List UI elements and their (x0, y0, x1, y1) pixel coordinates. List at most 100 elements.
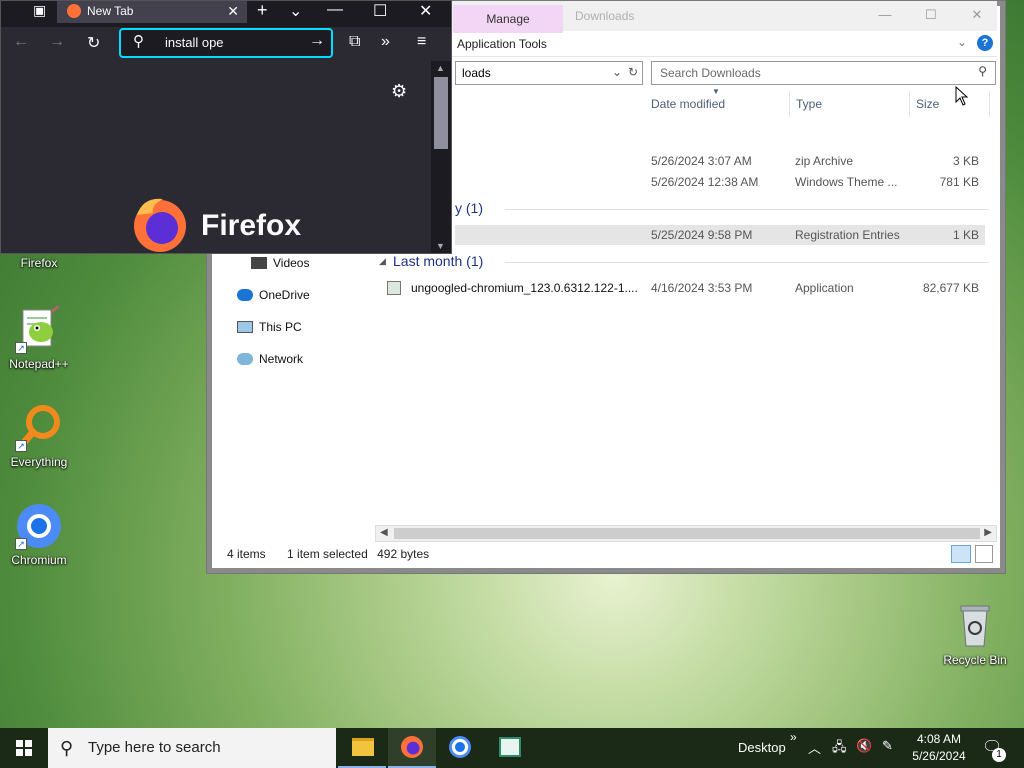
notification-badge: 1 (992, 748, 1006, 762)
settings-gear-icon[interactable]: ⚙ (391, 81, 407, 102)
file-row[interactable]: 5/26/2024 3:07 AM zip Archive 3 KB (455, 151, 985, 171)
search-icon: ⚲ (60, 738, 74, 758)
forward-icon[interactable]: → (49, 33, 65, 51)
taskbar-search-placeholder: Type here to search (88, 739, 221, 756)
details-view-icon[interactable] (951, 545, 971, 563)
close-button[interactable]: ✕ (419, 1, 432, 21)
address-text: loads (462, 66, 491, 80)
taskbar-firefox[interactable] (388, 728, 436, 768)
start-button[interactable] (0, 728, 48, 768)
column-type[interactable]: Type (790, 91, 910, 117)
status-item-count: 4 items (227, 547, 266, 561)
large-icons-view-icon[interactable] (975, 545, 993, 563)
desktop-icon-notepadpp[interactable]: ↗ Notepad++ (1, 304, 77, 371)
app-menu-icon[interactable]: ≡ (417, 33, 426, 51)
status-bar: 4 items 1 item selected 492 bytes (227, 547, 429, 561)
group-divider (505, 209, 989, 210)
network-icon (237, 353, 253, 365)
taskbar-chromium[interactable] (436, 728, 484, 768)
maximize-button[interactable]: ☐ (373, 1, 387, 21)
taskbar-notepad[interactable] (486, 728, 534, 768)
network-icon[interactable]: 🖧 (832, 738, 847, 760)
group-divider (505, 262, 989, 263)
nav-item-this-pc[interactable]: This PC (237, 320, 302, 334)
tab-new-tab[interactable]: New Tab ✕ (57, 1, 247, 23)
firefox-logo-icon (129, 195, 191, 256)
desktop-toolbar-label[interactable]: Desktop (738, 740, 786, 755)
new-tab-button[interactable]: + (257, 0, 268, 21)
url-bar[interactable]: ⚲ install ope → (119, 28, 333, 58)
application-file-icon (387, 281, 401, 295)
taskbar-file-explorer[interactable] (338, 728, 386, 768)
maximize-button[interactable]: ☐ (908, 7, 954, 23)
tab-list-chevron-icon[interactable]: ⌄ (289, 1, 302, 21)
desktop-icon-firefox[interactable]: Firefox (1, 256, 77, 270)
scroll-thumb[interactable] (434, 77, 448, 149)
onedrive-icon (237, 289, 253, 301)
nav-item-onedrive[interactable]: OneDrive (237, 288, 310, 302)
status-selected: 1 item selected (287, 547, 368, 561)
group-header-last-month[interactable]: Last month (1) (393, 253, 483, 269)
tab-title: New Tab (87, 4, 134, 18)
firefox-tab-strip: ▣ New Tab ✕ + ⌄ — ☐ ✕ (1, 0, 451, 23)
firefox-window: ▣ New Tab ✕ + ⌄ — ☐ ✕ ← → ↻ ⧉ » ≡ ⚲ inst… (0, 0, 452, 254)
tray-overflow-caret-icon[interactable]: ︿ (808, 738, 821, 757)
close-button[interactable]: ✕ (954, 7, 1000, 23)
desktop-icon-everything[interactable]: ↗ Everything (1, 404, 77, 469)
search-icon: ⚲ (133, 33, 144, 50)
address-bar[interactable]: loads ⌄ ↻ (455, 61, 643, 85)
reload-icon[interactable]: ↻ (87, 33, 100, 53)
nav-item-network[interactable]: Network (237, 352, 303, 366)
go-arrow-icon[interactable]: → (309, 32, 325, 50)
ribbon-label: Application Tools (457, 37, 547, 51)
search-input[interactable]: Search Downloads ⚲ (651, 61, 996, 85)
file-row[interactable]: 5/26/2024 12:38 AM Windows Theme ... 781… (455, 172, 985, 192)
desktop-icon-recycle-bin[interactable]: Recycle Bin (937, 602, 1013, 667)
group-collapse-icon[interactable]: ◢ (379, 256, 386, 267)
scroll-right-icon[interactable]: ▶ (984, 527, 992, 538)
ribbon-expand-chevron-icon[interactable]: ⌄ (957, 35, 967, 49)
scroll-left-icon[interactable]: ◀ (380, 527, 388, 538)
this-pc-icon (237, 321, 253, 333)
shortcut-arrow-icon: ↗ (15, 440, 27, 452)
firefox-icon (401, 736, 423, 758)
notepad-icon (499, 737, 521, 757)
tab-manage[interactable]: Manage (453, 5, 563, 33)
desktop-icon-chromium[interactable]: ↗ Chromium (1, 502, 77, 567)
close-tab-icon[interactable]: ✕ (227, 1, 239, 21)
overflow-chevrons-icon[interactable]: » (381, 33, 390, 51)
toolbar-overflow-chevron[interactable]: » (790, 730, 797, 744)
minimize-button[interactable]: — (327, 1, 343, 19)
vertical-scrollbar[interactable]: ▲ ▼ (431, 61, 451, 253)
group-header-yesterday[interactable]: y (1) (455, 200, 483, 216)
refresh-icon[interactable]: ↻ (628, 65, 638, 79)
scroll-up-icon[interactable]: ▲ (436, 63, 445, 73)
firefox-view-icon[interactable]: ▣ (33, 2, 46, 19)
clock[interactable]: 4:08 AM 5/26/2024 (910, 731, 968, 765)
folder-icon (352, 738, 374, 756)
file-row-selected[interactable]: 5/25/2024 9:58 PM Registration Entries 1… (455, 225, 985, 245)
column-size[interactable]: Size (910, 91, 990, 117)
everything-icon: ↗ (15, 404, 63, 452)
nav-item-videos[interactable]: Videos (251, 256, 309, 270)
file-row[interactable]: ungoogled-chromium_123.0.6312.122-1.... … (383, 278, 985, 298)
taskbar-search-box[interactable]: ⚲ Type here to search (48, 728, 336, 768)
scroll-thumb[interactable] (394, 528, 980, 539)
extensions-icon[interactable]: ⧉ (349, 33, 360, 51)
shortcut-arrow-icon: ↗ (15, 342, 27, 354)
back-icon[interactable]: ← (13, 33, 29, 51)
minimize-button[interactable]: — (862, 7, 908, 22)
chromium-icon: ↗ (15, 502, 63, 550)
help-icon[interactable]: ? (977, 35, 993, 51)
clock-date: 5/26/2024 (912, 749, 966, 763)
scroll-down-icon[interactable]: ▼ (436, 241, 445, 251)
clock-time: 4:08 AM (916, 732, 962, 746)
horizontal-scrollbar[interactable]: ◀ ▶ (375, 525, 997, 542)
recycle-bin-icon (951, 602, 999, 650)
chevron-down-icon[interactable]: ⌄ (612, 65, 622, 79)
volume-muted-icon[interactable]: 🔇 (856, 738, 872, 754)
pen-icon[interactable]: ✎ (882, 738, 893, 754)
chromium-icon (449, 736, 471, 758)
url-input-value: install ope (165, 35, 224, 50)
status-bytes: 492 bytes (377, 547, 430, 561)
